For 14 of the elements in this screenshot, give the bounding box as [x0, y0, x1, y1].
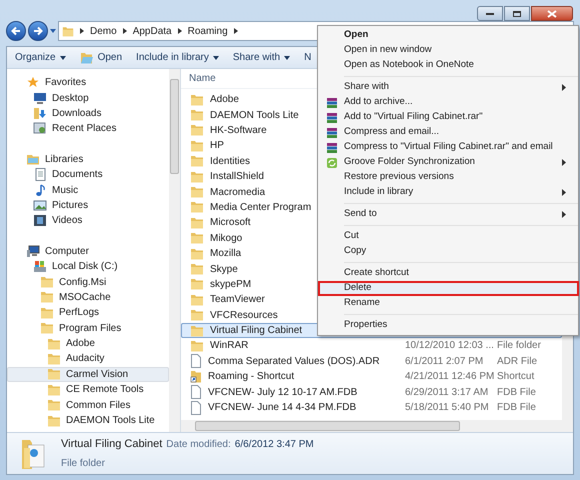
file-type: File folder	[61, 456, 106, 471]
date-cell-text: 6/29/2011 3:17 AM	[405, 386, 490, 400]
date-label: Date modified:	[166, 438, 231, 452]
type-cell-text: FDB File	[497, 401, 536, 416]
type-cell-text: Shortcut	[497, 370, 534, 384]
file-name: Virtual Filing Cabinet	[61, 437, 162, 452]
type-cell-text: ADR File	[497, 354, 538, 369]
date-cell-text: 5/18/2011 5:40 PM	[405, 401, 490, 416]
date-value: 6/6/2012 3:47 PM	[234, 438, 314, 452]
type-cell-text: File folder	[497, 339, 541, 354]
type-cell-text: FDB File	[497, 386, 536, 400]
date-cell-text: 4/21/2011 12:46 PM	[405, 370, 496, 384]
date-cell-text: 6/1/2011 2:07 PM	[405, 354, 484, 369]
date-cell-text: 10/12/2010 12:03 ...	[405, 339, 495, 354]
